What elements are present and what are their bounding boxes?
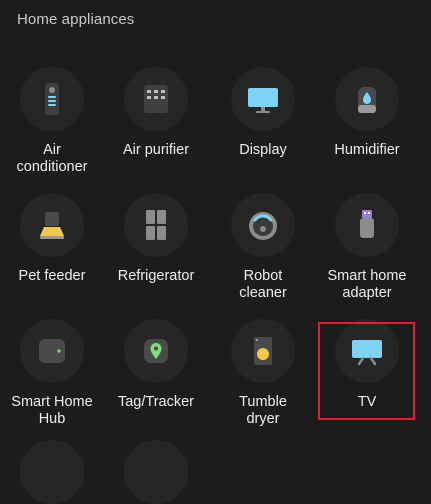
- tile-refrigerator[interactable]: Refrigerator: [104, 190, 208, 308]
- tile-label: Robot cleaner: [239, 268, 287, 301]
- tile-label: Tumble dryer: [239, 394, 287, 427]
- tile-label: Tag/Tracker: [117, 394, 194, 410]
- tile-label: Air purifier: [122, 142, 190, 158]
- partial-tile-circle[interactable]: [124, 440, 188, 504]
- section-title: Home appliances: [17, 11, 135, 28]
- humidifier-icon: [335, 67, 399, 131]
- tile-label: Refrigerator: [117, 268, 195, 284]
- tile-label: Display: [239, 142, 287, 158]
- robot-cleaner-icon: [231, 193, 295, 257]
- tile-label: TV: [357, 394, 377, 410]
- tv-icon: [335, 319, 399, 383]
- tile-display[interactable]: Display: [211, 64, 315, 182]
- tile-smart-home-adapter[interactable]: Smart home adapter: [315, 190, 419, 308]
- tile-label: Smart Home Hub: [11, 394, 93, 427]
- refrigerator-icon: [124, 193, 188, 257]
- partial-tile-circle[interactable]: [20, 440, 84, 504]
- air-purifier-icon: [124, 67, 188, 131]
- tile-tag-tracker[interactable]: Tag/Tracker: [104, 316, 208, 434]
- tile-tv[interactable]: TV: [315, 316, 419, 434]
- tile-smart-home-hub[interactable]: Smart Home Hub: [0, 316, 104, 434]
- tag-tracker-icon: [124, 319, 188, 383]
- hub-icon: [20, 319, 84, 383]
- tile-robot-cleaner[interactable]: Robot cleaner: [211, 190, 315, 308]
- tile-label: Humidifier: [334, 142, 400, 158]
- tile-label: Pet feeder: [18, 268, 86, 284]
- usb-adapter-icon: [335, 193, 399, 257]
- tile-humidifier[interactable]: Humidifier: [315, 64, 419, 182]
- remote-icon: [20, 67, 84, 131]
- tile-tumble-dryer[interactable]: Tumble dryer: [211, 316, 315, 434]
- pet-feeder-icon: [20, 193, 84, 257]
- tile-air-purifier[interactable]: Air purifier: [104, 64, 208, 182]
- display-icon: [231, 67, 295, 131]
- tile-air-conditioner[interactable]: Air conditioner: [0, 64, 104, 182]
- tile-label: Smart home adapter: [327, 268, 407, 301]
- tile-pet-feeder[interactable]: Pet feeder: [0, 190, 104, 308]
- tile-label: Air conditioner: [16, 142, 88, 175]
- tumble-dryer-icon: [231, 319, 295, 383]
